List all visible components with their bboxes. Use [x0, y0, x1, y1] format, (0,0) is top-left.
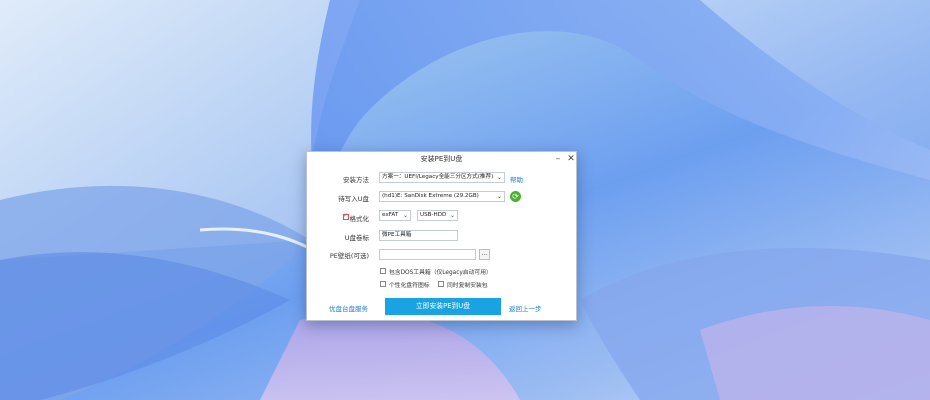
copy-installer-checkbox[interactable]: [438, 281, 444, 287]
volume-label-label: U盘卷标: [344, 234, 369, 242]
help-link[interactable]: 帮助: [510, 174, 523, 184]
boot-mode-select[interactable]: USB-HDD ⌄: [417, 210, 458, 221]
install-method-select[interactable]: 方案一：UEFI/Legacy全能三分区方式(推荐) ⌄: [379, 172, 505, 183]
chevron-down-icon: ⌄: [496, 193, 502, 200]
filesystem-select[interactable]: exFAT ⌄: [379, 210, 411, 221]
filesystem-value: exFAT: [382, 212, 399, 218]
wallpaper-label: PE壁纸(可选): [329, 252, 369, 260]
copy-installer-label: 同时复制安装包: [447, 283, 488, 289]
install-method-value: 方案一：UEFI/Legacy全能三分区方式(推荐): [382, 174, 494, 180]
desktop: 安装PE到U盘 – ✕ 安装方法 方案一：UEFI/Legacy全能三分区方式(…: [0, 0, 930, 400]
include-dos-checkbox[interactable]: [380, 268, 386, 274]
chevron-down-icon: ⌄: [449, 212, 455, 219]
volume-label-input[interactable]: 微PE工具箱: [379, 230, 458, 241]
personalize-icon-checkbox[interactable]: [380, 281, 386, 287]
dialog-titlebar[interactable]: 安装PE到U盘 – ✕: [307, 152, 576, 168]
chevron-down-icon: ⌄: [496, 174, 502, 181]
browse-button[interactable]: ...: [479, 249, 490, 260]
back-link[interactable]: 返回上一步: [509, 303, 542, 313]
install-pe-dialog: 安装PE到U盘 – ✕ 安装方法 方案一：UEFI/Legacy全能三分区方式(…: [306, 151, 577, 321]
personalize-icon-label: 个性化盘符图标: [389, 283, 430, 289]
service-link[interactable]: 优盘台盘服务: [329, 303, 368, 313]
volume-label-value: 微PE工具箱: [382, 232, 412, 238]
wallpaper-path-input[interactable]: [379, 249, 476, 260]
include-dos-label: 包含DOS工具箱（仅Legacy启动可用）: [389, 270, 492, 276]
target-disk-select[interactable]: (hd1)E: SanDisk Extreme (29.2GB) ⌄: [379, 191, 505, 202]
install-button[interactable]: 立即安装PE到U盘: [385, 298, 501, 315]
close-icon[interactable]: ✕: [565, 153, 577, 165]
target-disk-label: 待写入U盘: [338, 195, 369, 203]
dialog-title: 安装PE到U盘: [420, 155, 463, 163]
target-disk-value: (hd1)E: SanDisk Extreme (29.2GB): [382, 193, 479, 199]
refresh-icon[interactable]: ⟳: [510, 191, 521, 202]
chevron-down-icon: ⌄: [402, 212, 408, 219]
format-label: 格式化: [349, 215, 370, 223]
minimize-icon[interactable]: –: [552, 153, 564, 165]
boot-mode-value: USB-HDD: [420, 212, 447, 218]
install-method-label: 安装方法: [343, 176, 369, 184]
